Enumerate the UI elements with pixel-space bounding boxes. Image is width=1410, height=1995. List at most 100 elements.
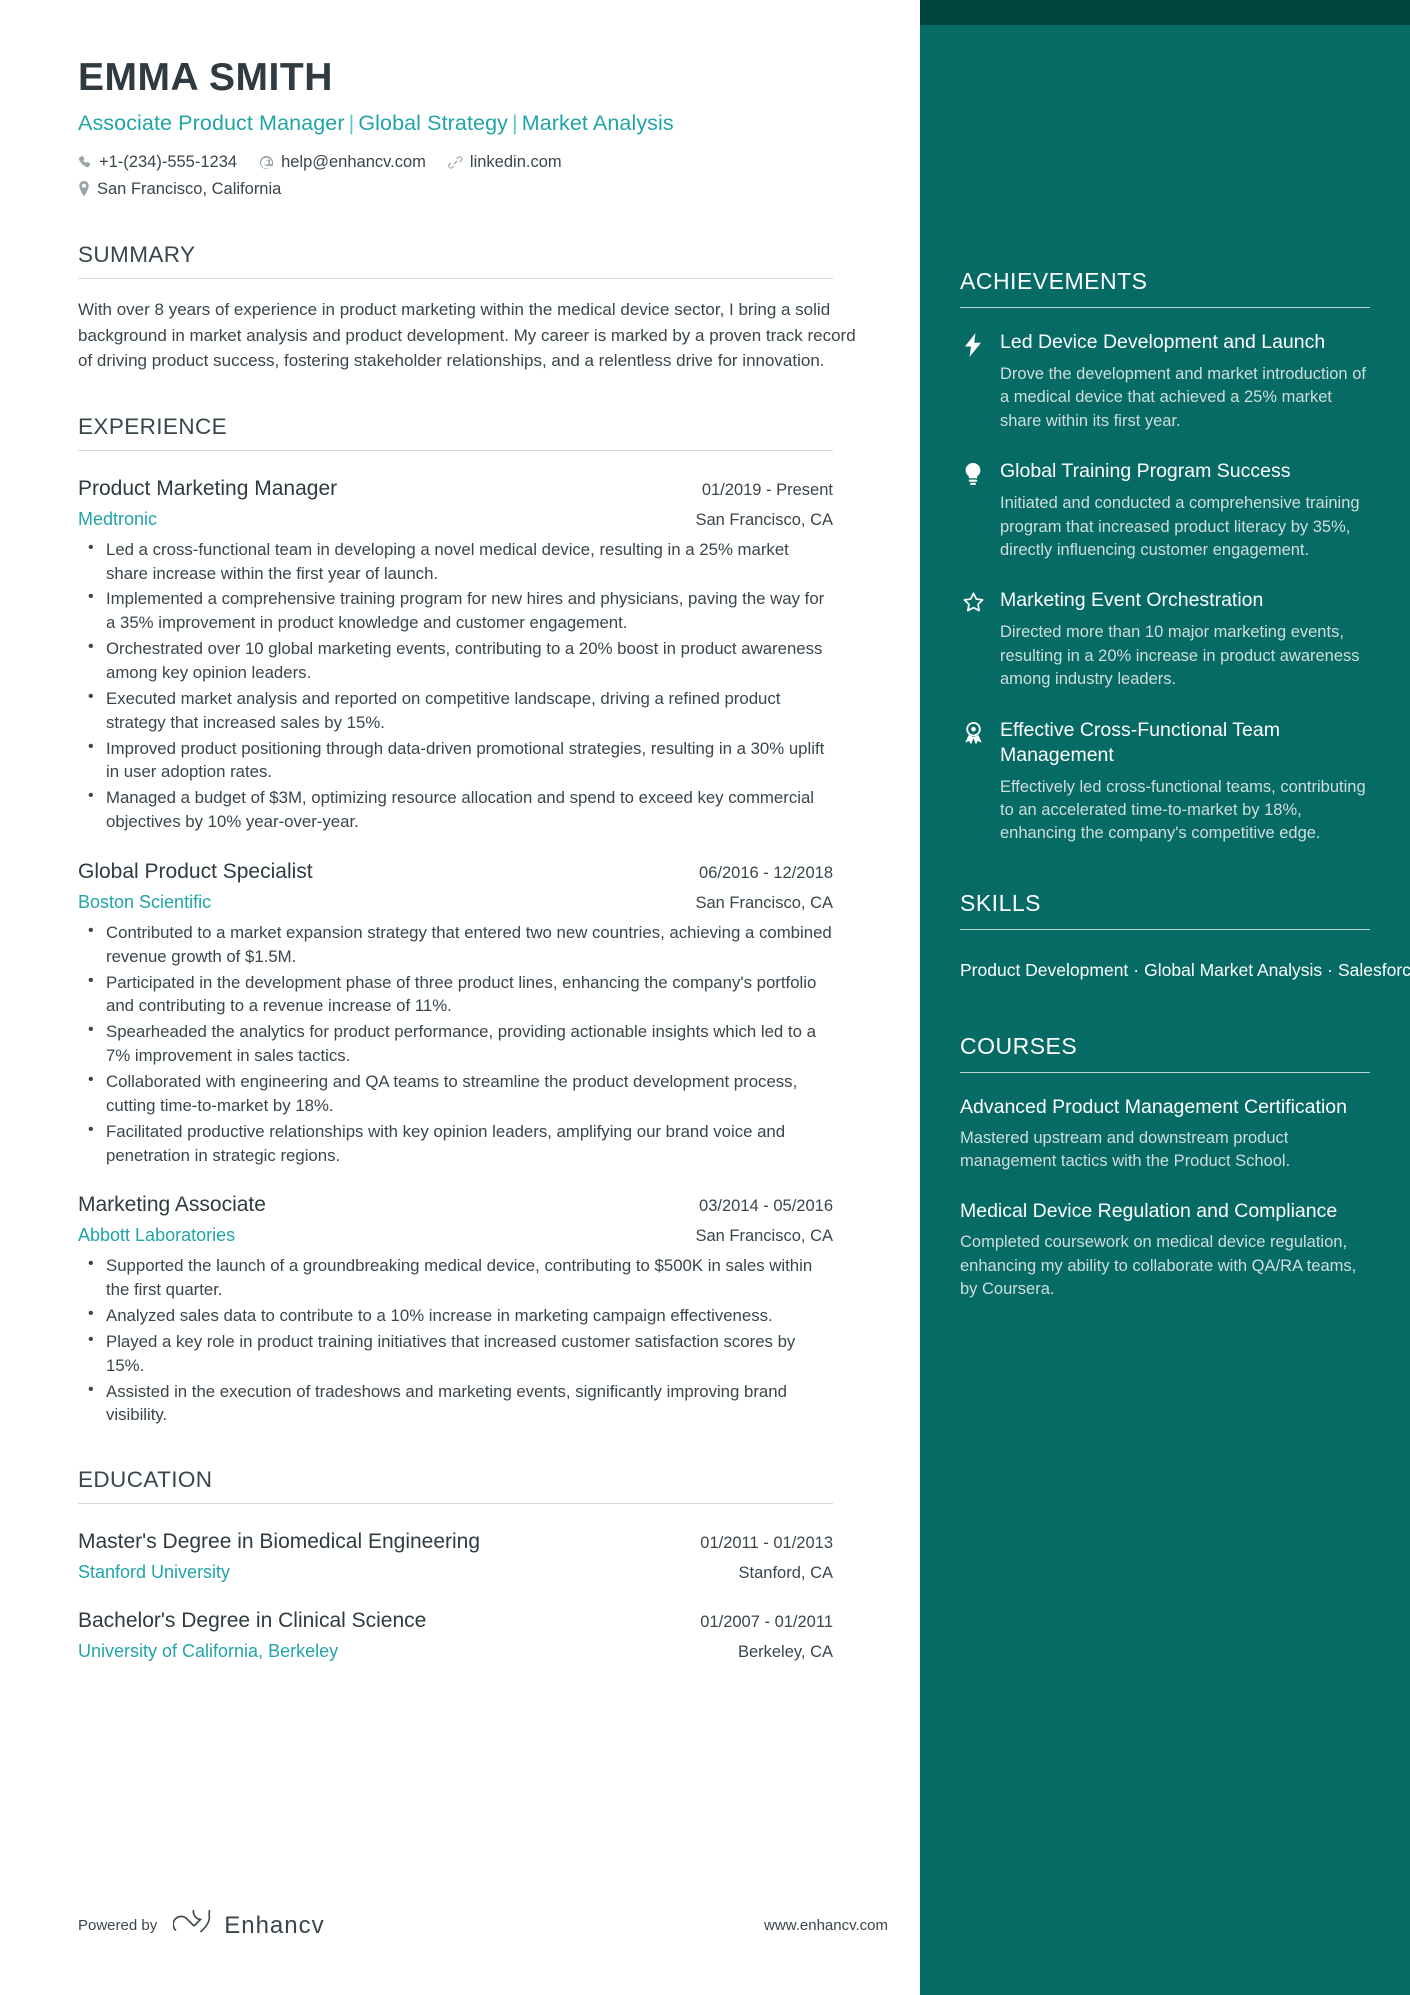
job-bullet: Facilitated productive relationships wit… (78, 1119, 833, 1168)
contact-email[interactable]: help@enhancv.com (259, 149, 426, 176)
section-divider (960, 1071, 1370, 1073)
achievements-section: ACHIEVEMENTS Led Device Development and … (960, 268, 1370, 846)
job-title: Product Marketing Manager (78, 476, 338, 500)
degree-title: Master's Degree in Biomedical Engineerin… (78, 1530, 481, 1554)
contact-location: San Francisco, California (78, 176, 281, 203)
skill-separator: · (1327, 959, 1333, 980)
company-name: Abbott Laboratories (78, 1225, 236, 1246)
achievement-description: Initiated and conducted a comprehensive … (1000, 494, 1360, 560)
achievement-description: Effectively led cross-functional teams, … (1000, 777, 1366, 843)
main-column: EMMA SMITH Associate Product Manager | Glo… (0, 0, 920, 1662)
entry-subheader-row: Boston Scientific San Francisco, CA (78, 892, 833, 913)
sidebar: ACHIEVEMENTS Led Device Development and … (920, 0, 1410, 1995)
skills-section: SKILLS Product Development · Global Market… (960, 889, 1410, 989)
degree-date-range: 01/2011 - 01/2013 (700, 1534, 833, 1553)
powered-by-label: Powered by (78, 1917, 158, 1934)
summary-title: SUMMARY (78, 242, 196, 268)
job-bullet: Spearheaded the analytics for product pe… (78, 1019, 833, 1068)
award-ribbon-icon (960, 718, 986, 846)
enhancv-mark-icon (172, 1902, 213, 1941)
page-title: EMMA SMITH (78, 56, 333, 99)
phone-text: +1-(234)-555-1234 (99, 152, 238, 171)
achievement-item: Marketing Event Orchestration Directed m… (960, 588, 1370, 691)
entry-header-row: Master's Degree in Biomedical Engineerin… (78, 1530, 833, 1554)
courses-title: COURSES (960, 1032, 1078, 1059)
achievement-description: Drove the development and market introdu… (1000, 364, 1366, 430)
job-bullet: Played a key role in product training in… (78, 1329, 833, 1378)
entry-header-row: Marketing Associate 03/2014 - 05/2016 (78, 1193, 833, 1217)
headline: Associate Product Manager | Global Strateg… (78, 111, 920, 136)
job-bullet: Implemented a comprehensive training pro… (78, 586, 833, 635)
entry-header-row: Global Product Specialist 06/2016 - 12/20… (78, 860, 833, 884)
course-title: Advanced Product Management Certificatio… (960, 1095, 1347, 1118)
headline-part: Global Strategy (358, 110, 509, 135)
lightning-bolt-icon (960, 330, 986, 433)
entry-subheader-row: Abbott Laboratories San Francisco, CA (78, 1225, 833, 1246)
school-name: Stanford University (78, 1562, 231, 1583)
course-item: Advanced Product Management Certificatio… (960, 1095, 1370, 1174)
courses-section: COURSES Advanced Product Management Cert… (960, 1033, 1370, 1302)
entry-subheader-row: Stanford University Stanford, CA (78, 1562, 833, 1583)
skill-item: Product Development (960, 959, 1129, 980)
entry-header-row: Product Marketing Manager 01/2019 - Prese… (78, 477, 833, 501)
experience-entry: Global Product Specialist 06/2016 - 12/20… (78, 860, 833, 1167)
lightbulb-idea-icon (960, 459, 986, 562)
section-divider (78, 1503, 833, 1505)
experience-section: EXPERIENCE Product Marketing Manager 01/2… (78, 414, 833, 1427)
skill-separator: · (1133, 959, 1140, 980)
company-name: Medtronic (78, 508, 158, 529)
job-bullet: Orchestrated over 10 global marketing ev… (78, 636, 833, 685)
section-divider (960, 928, 1370, 930)
headline-separator: | (348, 110, 355, 135)
skills-title: SKILLS (960, 889, 1041, 916)
job-bullet: Managed a budget of $3M, optimizing reso… (78, 785, 833, 834)
job-bullet: Supported the launch of a groundbreaking… (78, 1253, 833, 1302)
job-location: San Francisco, CA (695, 510, 833, 529)
education-entry: Bachelor's Degree in Clinical Science 01/… (78, 1609, 833, 1662)
contact-link[interactable]: linkedin.com (448, 149, 562, 176)
experience-title: EXPERIENCE (78, 413, 228, 439)
link-text: linkedin.com (469, 152, 562, 171)
job-date-range: 03/2014 - 05/2016 (699, 1197, 833, 1216)
job-title: Marketing Associate (78, 1193, 266, 1217)
achievement-title: Effective Cross-Functional Team Manageme… (1000, 718, 1280, 766)
skill-item: Global Market Analysis (1144, 959, 1323, 980)
school-location: Stanford, CA (738, 1564, 833, 1583)
job-location: San Francisco, CA (695, 1227, 833, 1246)
job-bullet: Improved product positioning through dat… (78, 736, 833, 785)
degree-date-range: 01/2007 - 01/2011 (700, 1613, 833, 1632)
entry-subheader-row: Medtronic San Francisco, CA (78, 509, 833, 530)
location-pin-icon (78, 181, 97, 197)
job-bullet: Collaborated with engineering and QA tea… (78, 1069, 833, 1118)
job-bullet-list: Supported the launch of a groundbreaking… (78, 1253, 833, 1427)
job-date-range: 01/2019 - Present (701, 480, 833, 499)
achievement-item: Global Training Program Success Initiate… (960, 459, 1370, 562)
job-bullet-list: Contributed to a market expansion strate… (78, 920, 833, 1168)
job-title: Global Product Specialist (78, 859, 313, 883)
experience-entry: Marketing Associate 03/2014 - 05/2016 Abbo… (78, 1193, 833, 1427)
phone-icon (78, 155, 99, 169)
entry-header-row: Bachelor's Degree in Clinical Science 01/… (78, 1609, 833, 1633)
job-bullet: Analyzed sales data to contribute to a 1… (78, 1303, 833, 1328)
education-section: EDUCATION Master's Degree in Biomedical … (78, 1467, 833, 1662)
contact-phone[interactable]: +1-(234)-555-1234 (78, 149, 237, 176)
entry-subheader-row: University of California, Berkeley Berkel… (78, 1641, 833, 1662)
education-title: EDUCATION (78, 1467, 213, 1493)
enhancv-logo: Enhancv (172, 1902, 324, 1941)
headline-separator: | (512, 110, 518, 135)
school-location: Berkeley, CA (737, 1643, 833, 1662)
headline-part: Associate Product Manager (78, 110, 345, 135)
achievement-title: Marketing Event Orchestration (1000, 589, 1264, 612)
job-bullet: Participated in the development phase of… (78, 970, 833, 1019)
job-date-range: 06/2016 - 12/2018 (699, 863, 833, 882)
job-bullet: Led a cross-functional team in developin… (78, 537, 833, 586)
footer-url[interactable]: www.enhancv.com (764, 1917, 888, 1934)
education-entry: Master's Degree in Biomedical Engineerin… (78, 1530, 833, 1583)
job-bullet-list: Led a cross-functional team in developin… (78, 537, 833, 834)
course-title: Medical Device Regulation and Compliance (960, 1200, 1338, 1223)
email-at-icon (259, 155, 281, 170)
course-description: Mastered upstream and downstream product… (960, 1128, 1291, 1170)
email-text: help@enhancv.com (281, 152, 426, 171)
course-description: Completed coursework on medical device r… (960, 1233, 1357, 1299)
experience-entry: Product Marketing Manager 01/2019 - Prese… (78, 477, 833, 834)
